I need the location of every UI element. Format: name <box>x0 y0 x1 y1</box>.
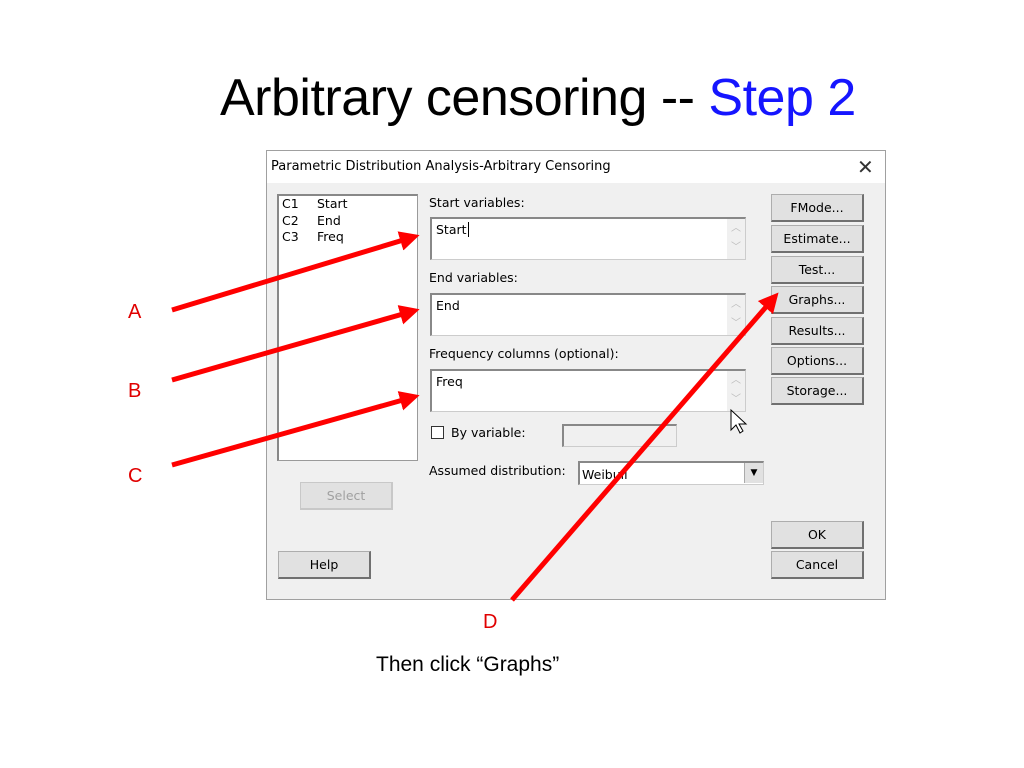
caption: Then click “Graphs” <box>376 653 560 676</box>
arrow-c <box>171 391 420 468</box>
arrow-b <box>171 305 420 383</box>
arrow-d <box>510 292 779 602</box>
marker-b: B <box>128 380 142 402</box>
mouse-cursor-icon <box>730 408 748 434</box>
marker-c: C <box>128 465 143 487</box>
marker-d: D <box>483 611 498 633</box>
arrow-a <box>171 231 420 313</box>
marker-a: A <box>128 301 142 323</box>
